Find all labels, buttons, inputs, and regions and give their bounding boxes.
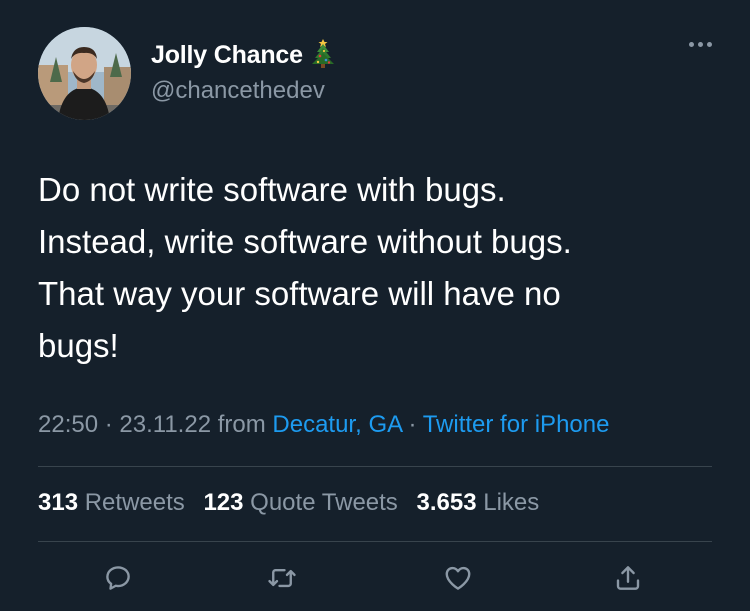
display-name-row: Jolly Chance [151, 38, 335, 73]
tweet-time[interactable]: 22:50 [38, 411, 98, 438]
display-name[interactable]: Jolly Chance [151, 41, 303, 70]
more-dot [707, 42, 712, 47]
quotes-label: Quote Tweets [250, 489, 398, 516]
handle[interactable]: @chancethedev [151, 77, 335, 105]
divider [38, 466, 712, 467]
more-dot [689, 42, 694, 47]
avatar[interactable] [38, 27, 131, 120]
meta-separator: · [104, 411, 113, 438]
more-dot [698, 42, 703, 47]
retweets-count: 313 [38, 489, 79, 516]
heart-icon [445, 566, 471, 590]
meta-separator: · [408, 411, 417, 438]
client-link[interactable]: Twitter for iPhone [423, 411, 610, 438]
avatar-image [38, 27, 131, 120]
tweet-date[interactable]: 23.11.22 [119, 411, 211, 438]
reply-icon [106, 566, 130, 590]
christmas-tree-icon [311, 38, 335, 73]
likes-count: 3.653 [416, 489, 477, 516]
quotes-stat[interactable]: 123 Quote Tweets [203, 489, 397, 516]
reply-button[interactable] [98, 558, 138, 598]
quotes-count: 123 [203, 489, 244, 516]
more-options-icon[interactable] [689, 42, 712, 47]
likes-stat[interactable]: 3.653 Likes [416, 489, 539, 516]
tweet-header: Jolly Chance @chancethedev [38, 27, 335, 120]
from-label: from [217, 411, 266, 438]
tweet-card: Jolly Chance @chancethedev Do not write … [0, 0, 750, 611]
share-icon [616, 566, 640, 590]
share-button[interactable] [608, 558, 648, 598]
retweets-stat[interactable]: 313 Retweets [38, 489, 185, 516]
tweet-stats: 313 Retweets 123 Quote Tweets 3.653 Like… [38, 489, 551, 517]
retweets-label: Retweets [84, 489, 185, 516]
action-bar [0, 558, 750, 598]
author-names: Jolly Chance @chancethedev [151, 38, 335, 105]
like-button[interactable] [438, 558, 478, 598]
retweet-icon [268, 568, 296, 588]
retweet-button[interactable] [262, 558, 302, 598]
tweet-text: Do not write software with bugs. Instead… [38, 171, 572, 364]
tweet-meta: 22:50 · 23.11.22 from Decatur, GA · Twit… [38, 411, 609, 439]
divider [38, 541, 712, 542]
likes-label: Likes [483, 489, 540, 516]
location-link[interactable]: Decatur, GA [272, 411, 401, 438]
